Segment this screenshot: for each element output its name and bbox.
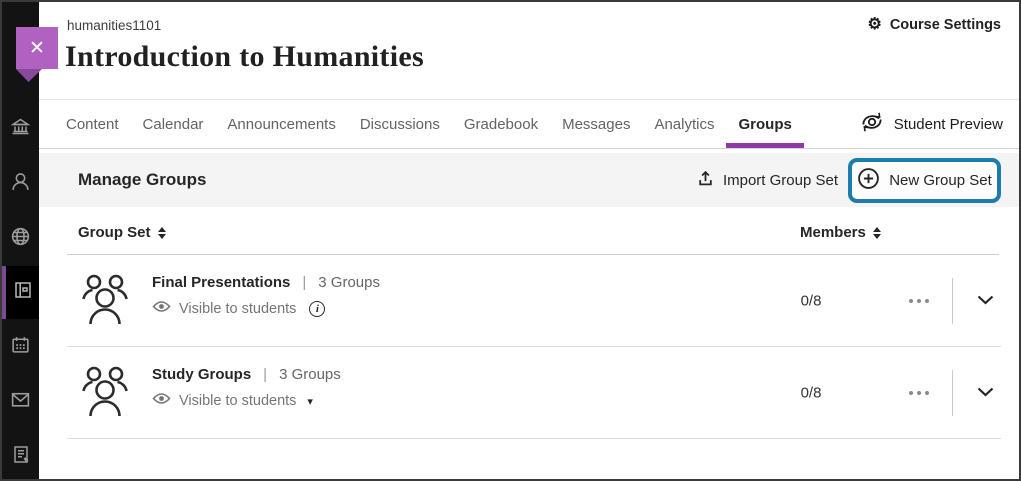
- column-header-group-set[interactable]: Group Set: [78, 224, 166, 241]
- breadcrumb: humanities1101: [67, 18, 161, 33]
- visibility-label: Visible to students: [179, 301, 296, 317]
- student-preview-label: Student Preview: [894, 116, 1003, 133]
- tab-groups[interactable]: Groups: [738, 100, 791, 148]
- close-icon: ✕: [29, 37, 45, 60]
- course-content-icon: [13, 280, 33, 305]
- group-set-header-label: Group Set: [78, 224, 151, 241]
- course-window: ✕ humanities1101 Introduction to Humanit…: [0, 0, 1021, 481]
- tab-gradebook[interactable]: Gradebook: [464, 100, 538, 148]
- sort-icon: [873, 227, 881, 239]
- course-settings-button[interactable]: ⚙ Course Settings: [867, 17, 1001, 33]
- members-count: 0/8: [779, 293, 843, 310]
- chevron-down-icon: [977, 292, 994, 309]
- visibility-label: Visible to students: [179, 393, 296, 409]
- visibility-dropdown[interactable]: Visible to students ▾: [152, 392, 341, 410]
- group-set-name[interactable]: Final Presentations: [152, 274, 290, 291]
- group-set-name[interactable]: Study Groups: [152, 366, 251, 383]
- group-count: 3 Groups: [279, 366, 341, 383]
- members-header-label: Members: [800, 224, 866, 241]
- sort-icon: [158, 227, 166, 239]
- members-count: 0/8: [779, 385, 843, 402]
- globe-icon: [10, 226, 31, 252]
- gear-icon: ⚙: [867, 17, 881, 33]
- import-group-set-button[interactable]: Import Group Set: [697, 170, 838, 191]
- close-course-button[interactable]: ✕: [16, 27, 58, 69]
- manage-groups-bar: Manage Groups Import Group Set New Group…: [39, 153, 1019, 207]
- expand-row-button[interactable]: [969, 376, 1002, 410]
- manage-groups-title: Manage Groups: [78, 170, 206, 190]
- import-group-set-label: Import Group Set: [723, 172, 838, 189]
- expand-row-button[interactable]: [969, 284, 1002, 318]
- group-people-icon: [81, 363, 129, 426]
- sidebar-item-grades[interactable]: [2, 430, 39, 481]
- caret-down-icon: ▾: [307, 395, 313, 408]
- separator: |: [302, 274, 306, 291]
- group-set-info: Final Presentations | 3 Groups Visible t…: [152, 274, 380, 318]
- column-header-members[interactable]: Members: [800, 224, 881, 241]
- separator: |: [263, 366, 267, 383]
- group-set-row-final-presentations: Final Presentations | 3 Groups Visible t…: [39, 255, 1019, 347]
- institution-icon: [10, 117, 31, 142]
- new-group-set-label: New Group Set: [889, 172, 992, 189]
- student-preview-eye-icon: [859, 111, 885, 137]
- upload-icon: [697, 170, 714, 191]
- sidebar-item-calendar[interactable]: [2, 320, 39, 373]
- group-set-info: Study Groups | 3 Groups Visible to stude…: [152, 366, 341, 410]
- sidebar-item-course-content[interactable]: [2, 266, 39, 319]
- group-people-icon: [81, 271, 129, 334]
- course-tabbar: Content Calendar Announcements Discussio…: [39, 99, 1019, 149]
- info-icon[interactable]: i: [309, 301, 325, 317]
- new-group-set-button[interactable]: New Group Set: [848, 158, 1001, 203]
- sidebar-item-profile[interactable]: [2, 157, 39, 210]
- group-set-row-study-groups: Study Groups | 3 Groups Visible to stude…: [39, 347, 1019, 439]
- sidebar-item-messages[interactable]: [2, 375, 39, 428]
- row-divider-vertical: [952, 278, 953, 324]
- calendar-icon: [10, 334, 31, 360]
- chevron-down-icon: [977, 384, 994, 401]
- tab-analytics[interactable]: Analytics: [654, 100, 714, 148]
- tab-discussions[interactable]: Discussions: [360, 100, 440, 148]
- plus-circle-icon: [857, 167, 880, 194]
- tab-messages[interactable]: Messages: [562, 100, 630, 148]
- manage-actions: Import Group Set New Group Set: [697, 158, 1019, 203]
- eye-icon: [152, 392, 171, 410]
- row-menu-button[interactable]: [905, 293, 933, 309]
- envelope-icon: [10, 390, 31, 414]
- document-pencil-icon: [11, 444, 31, 470]
- eye-icon: [152, 300, 171, 318]
- profile-icon: [10, 171, 31, 197]
- tab-calendar[interactable]: Calendar: [143, 100, 204, 148]
- page-title: Introduction to Humanities: [65, 40, 424, 74]
- group-count: 3 Groups: [318, 274, 380, 291]
- student-preview-button[interactable]: Student Preview: [859, 111, 1003, 137]
- sidebar-item-institution[interactable]: [2, 103, 39, 156]
- tab-content[interactable]: Content: [66, 100, 119, 148]
- row-divider-vertical: [952, 370, 953, 416]
- row-menu-button[interactable]: [905, 385, 933, 401]
- course-settings-label: Course Settings: [890, 17, 1001, 33]
- tab-announcements[interactable]: Announcements: [227, 100, 335, 148]
- visibility-control[interactable]: Visible to students i: [152, 300, 380, 318]
- sidebar-item-globe[interactable]: [2, 212, 39, 265]
